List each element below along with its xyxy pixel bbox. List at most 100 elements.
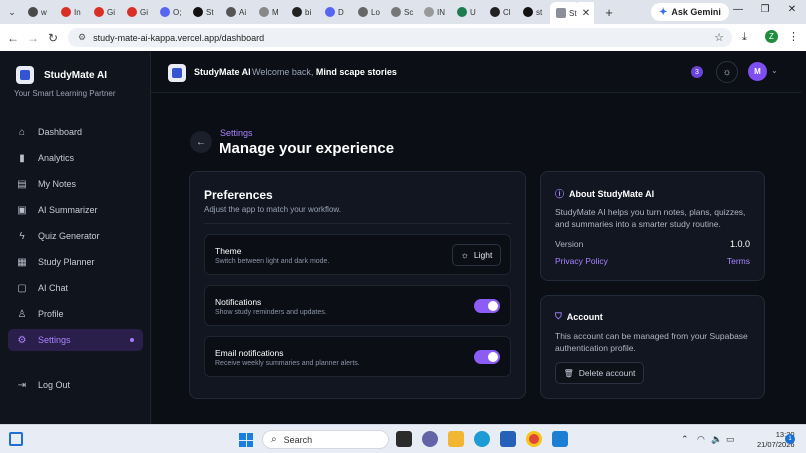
taskbar: ⌕ Search ⌃ ◠ 🔈 ▭ 13:20 21/07/2026 1 — [0, 424, 806, 453]
back-button[interactable]: ← — [190, 131, 212, 153]
active-tab[interactable]: St — [550, 2, 580, 24]
bookmark-star-icon[interactable]: ☆ — [714, 31, 724, 44]
browser-tab-label: M — [272, 7, 279, 17]
windows-start-icon[interactable] — [239, 433, 253, 447]
browser-tab[interactable]: D — [319, 2, 351, 22]
browser-tab[interactable]: st — [517, 2, 549, 22]
chevron-up-icon[interactable]: ⌃ — [681, 434, 689, 445]
tab-favicon-icon — [457, 7, 467, 17]
email-notifications-toggle[interactable] — [474, 350, 500, 364]
sidebar-item-profile[interactable]: ♙ Profile — [8, 303, 143, 325]
trash-icon: 🗑 — [563, 368, 574, 378]
browser-tab[interactable]: IN — [418, 2, 450, 22]
vscode-icon[interactable] — [552, 431, 568, 447]
new-tab-button[interactable]: + — [600, 5, 618, 20]
battery-icon[interactable]: ▭ — [726, 434, 735, 445]
tab-favicon-icon — [358, 7, 368, 17]
logout-button[interactable]: ⇥ Log Out — [8, 374, 143, 396]
tab-search-icon[interactable]: ⌄ — [3, 3, 21, 21]
teams-icon[interactable] — [422, 431, 438, 447]
browser-tab[interactable]: St — [187, 2, 219, 22]
browser-tab[interactable]: w — [22, 2, 54, 22]
browser-tab[interactable]: Gi — [88, 2, 120, 22]
browser-tab[interactable]: Ai — [220, 2, 252, 22]
terms-link[interactable]: Terms — [727, 256, 750, 266]
window-close-icon[interactable]: ✕ — [785, 4, 799, 15]
tab-close-icon[interactable]: ✕ — [578, 2, 594, 24]
wifi-icon[interactable]: ◠ — [697, 434, 705, 445]
sidebar-item-label: My Notes — [38, 179, 77, 189]
tab-favicon-icon — [556, 8, 566, 18]
sidebar-item-label: Profile — [38, 309, 64, 319]
address-bar: ← → ↻ ⚙ study-mate-ai-kappa.vercel.app/d… — [0, 24, 806, 51]
sidebar-item-ai-chat[interactable]: ▢ AI Chat — [8, 277, 143, 299]
sidebar-item-settings[interactable]: ⚙ Settings — [8, 329, 143, 351]
file-explorer-icon[interactable] — [448, 431, 464, 447]
download-icon[interactable]: ⤓ — [742, 31, 747, 44]
browser-tab[interactable]: Sc — [385, 2, 417, 22]
sidebar-item-my-notes[interactable]: ▤ My Notes — [8, 173, 143, 195]
divider — [204, 223, 511, 224]
brand[interactable]: StudyMate AI — [16, 66, 107, 84]
browser-tab-label: Ai — [239, 7, 247, 17]
breadcrumb[interactable]: Settings — [220, 128, 253, 138]
task-view-icon[interactable] — [396, 431, 412, 447]
taskbar-search[interactable]: ⌕ Search — [262, 430, 389, 449]
browser-tab[interactable]: Gi — [121, 2, 153, 22]
browser-tab[interactable]: O; — [154, 2, 186, 22]
browser-tab-label: St — [206, 7, 214, 17]
sidebar-item-quiz-generator[interactable]: ϟ Quiz Generator — [8, 225, 143, 247]
account-title: Account — [566, 311, 603, 322]
sidebar-item-ai-summarizer[interactable]: ▣ AI Summarizer — [8, 199, 143, 221]
tab-favicon-icon — [292, 7, 302, 17]
forward-arrow-icon[interactable]: → — [23, 31, 43, 45]
sidebar-item-analytics[interactable]: ▮ Analytics — [8, 147, 143, 169]
theme-light-button[interactable]: ☼ Light — [452, 244, 501, 266]
notifications-toggle[interactable] — [474, 299, 500, 313]
home-icon: ⌂ — [18, 126, 26, 138]
theme-row: Theme Switch between light and dark mode… — [204, 234, 511, 275]
user-avatar[interactable]: M — [748, 62, 767, 81]
browser-tab[interactable]: M — [253, 2, 285, 22]
privacy-policy-link[interactable]: Privacy Policy — [555, 256, 608, 266]
browser-tab[interactable]: Cl — [484, 2, 516, 22]
browser-tab-label: Sc — [404, 7, 414, 17]
browser-tab[interactable]: Lo — [352, 2, 384, 22]
browser-menu-icon[interactable]: ⋮ — [788, 30, 799, 43]
browser-tab[interactable]: U — [451, 2, 483, 22]
sidebar-item-label: Settings — [38, 335, 71, 345]
chrome-icon[interactable] — [526, 431, 542, 447]
edge-icon[interactable] — [474, 431, 490, 447]
theme-toggle-sun-icon[interactable]: ☼ — [716, 61, 738, 83]
browser-tab[interactable]: bi — [286, 2, 318, 22]
about-card: ⓘ About StudyMate AI StudyMate AI helps … — [540, 171, 765, 281]
restore-icon[interactable]: ❐ — [758, 4, 772, 15]
notes-icon: ▤ — [17, 178, 27, 190]
ask-gemini-button[interactable]: ✦ Ask Gemini — [651, 3, 729, 21]
sidebar-item-dashboard[interactable]: ⌂ Dashboard — [8, 121, 143, 143]
sidebar: StudyMate AI Your Smart Learning Partner… — [0, 51, 151, 424]
reload-icon[interactable]: ↻ — [43, 31, 63, 45]
email-notifications-row: Email notifications Receive weekly summa… — [204, 336, 511, 377]
delete-account-button[interactable]: 🗑 Delete account — [555, 362, 644, 384]
minimize-icon[interactable]: — — [731, 4, 745, 15]
browser-tab[interactable]: In — [55, 2, 87, 22]
url-field[interactable]: ⚙ study-mate-ai-kappa.vercel.app/dashboa… — [68, 28, 732, 47]
widgets-icon[interactable] — [9, 432, 23, 446]
notification-center-badge[interactable]: 1 — [785, 434, 795, 444]
notification-badge[interactable]: 3 — [691, 66, 703, 78]
browser-profile-avatar[interactable]: Z — [765, 30, 778, 43]
preferences-title: Preferences — [204, 188, 273, 202]
sidebar-item-label: Analytics — [38, 153, 75, 163]
browser-tab-label: D — [338, 7, 344, 17]
volume-icon[interactable]: 🔈 — [711, 434, 722, 445]
preferences-card: Preferences Adjust the app to match your… — [189, 171, 526, 399]
sidebar-item-study-planner[interactable]: ▦ Study Planner — [8, 251, 143, 273]
store-icon[interactable] — [500, 431, 516, 447]
back-arrow-icon[interactable]: ← — [3, 31, 23, 45]
chevron-down-icon[interactable]: ⌄ — [771, 66, 778, 75]
delete-account-label: Delete account — [578, 368, 636, 378]
page-scrollbar[interactable] — [801, 51, 806, 424]
user-icon: ♙ — [17, 308, 27, 320]
site-info-icon[interactable]: ⚙ — [78, 32, 86, 43]
